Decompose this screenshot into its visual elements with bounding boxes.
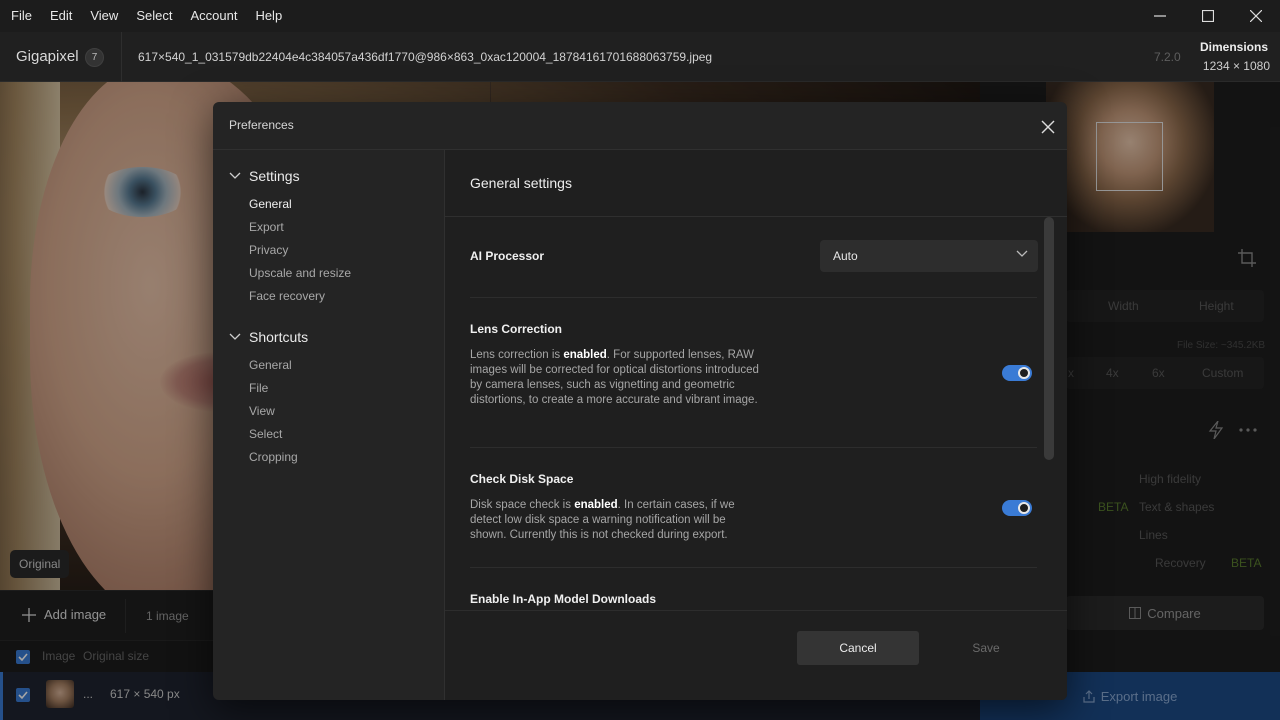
check-disk-space-description: Disk space check is enabled. In certain … <box>470 499 735 541</box>
lens-correction-label: Lens Correction <box>470 322 563 336</box>
toggle-knob <box>1018 502 1030 514</box>
app-name: Gigapixel <box>16 48 79 65</box>
nav-item-shortcuts-select[interactable]: Select <box>249 427 282 441</box>
dialog-header: Preferences <box>213 102 1067 150</box>
save-button[interactable]: Save <box>945 631 1027 665</box>
model-downloads-label: Enable In-App Model Downloads <box>470 592 656 606</box>
preferences-dialog: Preferences Settings General Export Priv… <box>213 102 1067 700</box>
nav-section-shortcuts[interactable]: Shortcuts <box>229 329 308 345</box>
nav-section-label: Settings <box>249 168 300 184</box>
divider <box>470 447 1037 448</box>
window-controls <box>1136 0 1280 32</box>
dimensions-value: 1234 × 1080 <box>1202 59 1270 73</box>
chevron-down-icon <box>1016 250 1028 257</box>
maximize-button[interactable] <box>1184 0 1232 32</box>
menu-edit[interactable]: Edit <box>41 0 81 32</box>
close-icon <box>1250 10 1262 22</box>
lens-correction-toggle[interactable] <box>1002 365 1032 381</box>
nav-item-shortcuts-general[interactable]: General <box>249 358 292 372</box>
queue-count-badge: 7 <box>85 48 104 67</box>
titlebar: Gigapixel 7 617×540_1_031579db22404e4c38… <box>0 32 1280 82</box>
dimensions-label: Dimensions <box>1199 40 1268 54</box>
maximize-icon <box>1202 10 1214 22</box>
menu-view[interactable]: View <box>81 0 127 32</box>
menu-help[interactable]: Help <box>246 0 291 32</box>
divider <box>121 32 122 82</box>
scrollbar[interactable] <box>1044 217 1054 460</box>
menu-file[interactable]: File <box>0 0 41 32</box>
check-disk-space-toggle[interactable] <box>1002 500 1032 516</box>
nav-item-upscale-resize[interactable]: Upscale and resize <box>249 266 351 280</box>
chevron-down-icon <box>229 333 241 340</box>
divider <box>470 297 1037 298</box>
file-name: 617×540_1_031579db22404e4c384057a436df17… <box>138 50 713 64</box>
divider <box>445 216 1067 217</box>
nav-item-shortcuts-cropping[interactable]: Cropping <box>249 450 298 464</box>
nav-item-shortcuts-file[interactable]: File <box>249 381 268 395</box>
menubar: File Edit View Select Account Help <box>0 0 1280 32</box>
dialog-title: Preferences <box>229 118 294 132</box>
ai-processor-value: Auto <box>833 249 858 263</box>
toggle-knob <box>1018 367 1030 379</box>
nav-item-face-recovery[interactable]: Face recovery <box>249 289 325 303</box>
minimize-button[interactable] <box>1136 0 1184 32</box>
chevron-down-icon <box>229 172 241 179</box>
close-icon[interactable] <box>1039 118 1057 136</box>
content-title: General settings <box>470 175 572 191</box>
minimize-icon <box>1154 15 1166 17</box>
divider <box>470 567 1037 568</box>
check-disk-space-label: Check Disk Space <box>470 472 574 486</box>
cancel-button[interactable]: Cancel <box>797 631 919 665</box>
nav-item-export[interactable]: Export <box>249 220 284 234</box>
preferences-nav: Settings General Export Privacy Upscale … <box>213 150 445 700</box>
dialog-footer: Cancel Save <box>445 610 1067 700</box>
menu-account[interactable]: Account <box>181 0 246 32</box>
close-window-button[interactable] <box>1232 0 1280 32</box>
ai-processor-select[interactable]: Auto <box>820 240 1038 272</box>
ai-processor-label: AI Processor <box>470 249 545 263</box>
nav-section-settings[interactable]: Settings <box>229 168 300 184</box>
lens-correction-description: Lens correction is enabled. For supporte… <box>470 349 759 406</box>
nav-section-label: Shortcuts <box>249 329 309 345</box>
nav-item-shortcuts-view[interactable]: View <box>249 404 275 418</box>
nav-item-privacy[interactable]: Privacy <box>249 243 288 257</box>
menu-select[interactable]: Select <box>127 0 181 32</box>
version-label: 7.2.0 <box>1154 50 1181 64</box>
nav-item-general[interactable]: General <box>249 197 292 211</box>
settings-content: General settings AI Processor Auto Lens … <box>445 150 1067 700</box>
